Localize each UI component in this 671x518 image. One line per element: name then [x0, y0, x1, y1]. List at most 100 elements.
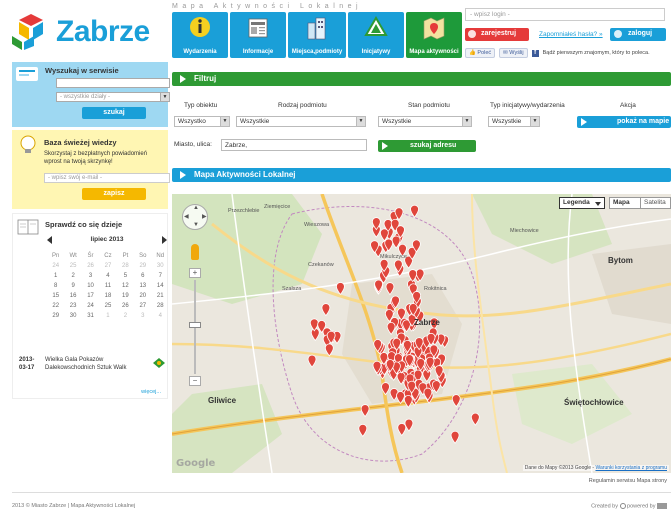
- map-place-label: Szałsza: [282, 286, 302, 292]
- fb-text: Bądź pierwszym znajomym, który to poleca…: [542, 50, 650, 56]
- calendar-day[interactable]: 31: [82, 311, 99, 321]
- calendar-day[interactable]: 6: [134, 271, 151, 281]
- activity-map[interactable]: Przezchlebie Ziemięcice Wieszowa Czekanó…: [172, 194, 671, 473]
- calendar-day[interactable]: 17: [82, 291, 99, 301]
- calendar-day[interactable]: 12: [117, 281, 134, 291]
- calendar-day[interactable]: 26: [117, 301, 134, 311]
- search-button[interactable]: szukaj: [82, 107, 146, 119]
- zoom-slider-handle[interactable]: [189, 322, 201, 328]
- social-bar: 👍 Poleć ✉ Wyślij f Bądź pierwszym znajom…: [465, 48, 650, 58]
- event-item[interactable]: 2013-03-17 Wielka Gala Pokazów Dalekowsc…: [19, 356, 169, 376]
- calendar-day[interactable]: 22: [47, 301, 64, 311]
- nav-label: Wydarzenia: [183, 49, 217, 55]
- nav-item-informacje[interactable]: Informacje: [230, 12, 286, 58]
- map-type-map-button[interactable]: Mapa: [609, 197, 641, 209]
- nav-item-miejsca[interactable]: Miejsca,podmioty: [288, 12, 346, 58]
- object-type-select[interactable]: Wszystko ▼: [174, 116, 230, 127]
- search-section-select[interactable]: - wszystkie działy - ▼: [56, 92, 170, 102]
- legend-dropdown[interactable]: Legenda: [559, 197, 605, 209]
- calendar-day[interactable]: 13: [134, 281, 151, 291]
- fb-like-label: Poleć: [477, 50, 492, 56]
- calendar-day[interactable]: 3: [134, 311, 151, 321]
- search-address-button[interactable]: szukaj adresu: [378, 140, 476, 152]
- calendar-day[interactable]: 7: [152, 271, 169, 281]
- calendar-day[interactable]: 24: [82, 301, 99, 311]
- nav-label: Inicjatywy: [361, 49, 391, 55]
- calendar-day[interactable]: 8: [47, 281, 64, 291]
- map-city-label: Gliwice: [208, 396, 237, 405]
- calendar-day[interactable]: 29: [134, 261, 151, 271]
- calendar-week: 24 25 26 27 28 29 30: [47, 261, 169, 271]
- calendar-day[interactable]: 4: [99, 271, 116, 281]
- calendar-day[interactable]: 2: [117, 311, 134, 321]
- calendar-day[interactable]: 27: [99, 261, 116, 271]
- entity-state-select[interactable]: Wszystkie ▼: [378, 116, 472, 127]
- calendar-week: 1234567: [47, 271, 169, 281]
- subscribe-button[interactable]: zapisz: [82, 188, 146, 200]
- calendar-day[interactable]: 29: [47, 311, 64, 321]
- entity-kind-select[interactable]: Wszystkie ▼: [236, 116, 366, 127]
- created-by-text: Created by: [591, 503, 618, 510]
- entity-kind-label: Rodzaj podmiotu: [278, 102, 327, 109]
- calendar-day[interactable]: 24: [47, 261, 64, 271]
- calendar-day[interactable]: 23: [64, 301, 81, 311]
- map-type-satellite-button[interactable]: Satelita: [640, 197, 671, 209]
- initiative-type-select[interactable]: Wszystkie ▼: [488, 116, 540, 127]
- calendar-day[interactable]: 9: [64, 281, 81, 291]
- map-section-bar: Mapa Aktywności Lokalnej: [172, 168, 671, 182]
- calendar-day[interactable]: 15: [47, 291, 64, 301]
- calendar-day[interactable]: 1: [99, 311, 116, 321]
- calendar-day[interactable]: 5: [117, 271, 134, 281]
- logo-text: Zabrze: [56, 15, 150, 48]
- calendar-day[interactable]: 16: [64, 291, 81, 301]
- zoom-out-button[interactable]: −: [189, 376, 201, 386]
- calendar-day[interactable]: 20: [134, 291, 151, 301]
- newsletter-email-input[interactable]: - wpisz swój e-mail -: [44, 173, 170, 183]
- calendar-day[interactable]: 25: [99, 301, 116, 311]
- calendar-day[interactable]: 3: [82, 271, 99, 281]
- calendar-day[interactable]: 30: [152, 261, 169, 271]
- arrow-right-icon[interactable]: [162, 236, 167, 244]
- calendar-day[interactable]: 27: [134, 301, 151, 311]
- site-links[interactable]: Regulamin serwisu Mapa strony: [589, 478, 667, 484]
- calendar-day[interactable]: 14: [152, 281, 169, 291]
- login-input[interactable]: - wpisz login -: [465, 8, 665, 21]
- calendar-day[interactable]: 2: [64, 271, 81, 281]
- street-view-pegman-icon[interactable]: [191, 244, 199, 260]
- city-street-input[interactable]: Zabrze,: [221, 139, 367, 151]
- footer-divider: [12, 492, 671, 493]
- map-canvas[interactable]: [172, 194, 671, 473]
- calendar-day[interactable]: 1: [47, 271, 64, 281]
- calendar-day[interactable]: 26: [82, 261, 99, 271]
- login-button[interactable]: zaloguj: [610, 28, 666, 41]
- nav-item-inicjatywy[interactable]: Inicjatywy: [348, 12, 404, 58]
- calendar-day[interactable]: 25: [64, 261, 81, 271]
- map-place-label: Wieszowa: [304, 222, 330, 228]
- powered-by-text: powered by: [627, 503, 656, 510]
- calendar-day[interactable]: 28: [117, 261, 134, 271]
- fb-send-button[interactable]: ✉ Wyślij: [499, 48, 528, 58]
- site-logo[interactable]: Zabrze: [10, 8, 170, 56]
- calendar-day[interactable]: 4: [152, 311, 169, 321]
- calendar-day[interactable]: 11: [99, 281, 116, 291]
- nav-item-wydarzenia[interactable]: Wydarzenia: [172, 12, 228, 58]
- newspaper-icon: [248, 18, 268, 38]
- calendar-day[interactable]: 10: [82, 281, 99, 291]
- nav-item-mapa-aktywnosci[interactable]: Mapa aktywności: [406, 12, 462, 58]
- google-logo: Google: [176, 458, 216, 469]
- fb-like-button[interactable]: 👍 Poleć: [465, 48, 496, 58]
- zoom-in-button[interactable]: +: [189, 268, 201, 278]
- newsletter-panel: Baza świeżej wiedzy Skorzystaj z bezpłat…: [12, 130, 170, 209]
- calendar-day[interactable]: 21: [152, 291, 169, 301]
- map-terms-link[interactable]: Warunki korzystania z programu: [595, 465, 667, 471]
- forgot-password-link[interactable]: Zapomniałeś hasła? »: [539, 31, 603, 38]
- search-input[interactable]: [56, 78, 170, 88]
- calendar-day[interactable]: 30: [64, 311, 81, 321]
- more-events-link[interactable]: więcej...: [141, 389, 161, 395]
- calendar-day[interactable]: 28: [152, 301, 169, 311]
- pan-control[interactable]: ▲ ▼ ◀ ▶: [182, 204, 208, 230]
- calendar-day[interactable]: 19: [117, 291, 134, 301]
- register-button[interactable]: zarejestruj: [465, 28, 529, 41]
- show-on-map-button[interactable]: pokaż na mapie: [577, 116, 671, 128]
- calendar-day[interactable]: 18: [99, 291, 116, 301]
